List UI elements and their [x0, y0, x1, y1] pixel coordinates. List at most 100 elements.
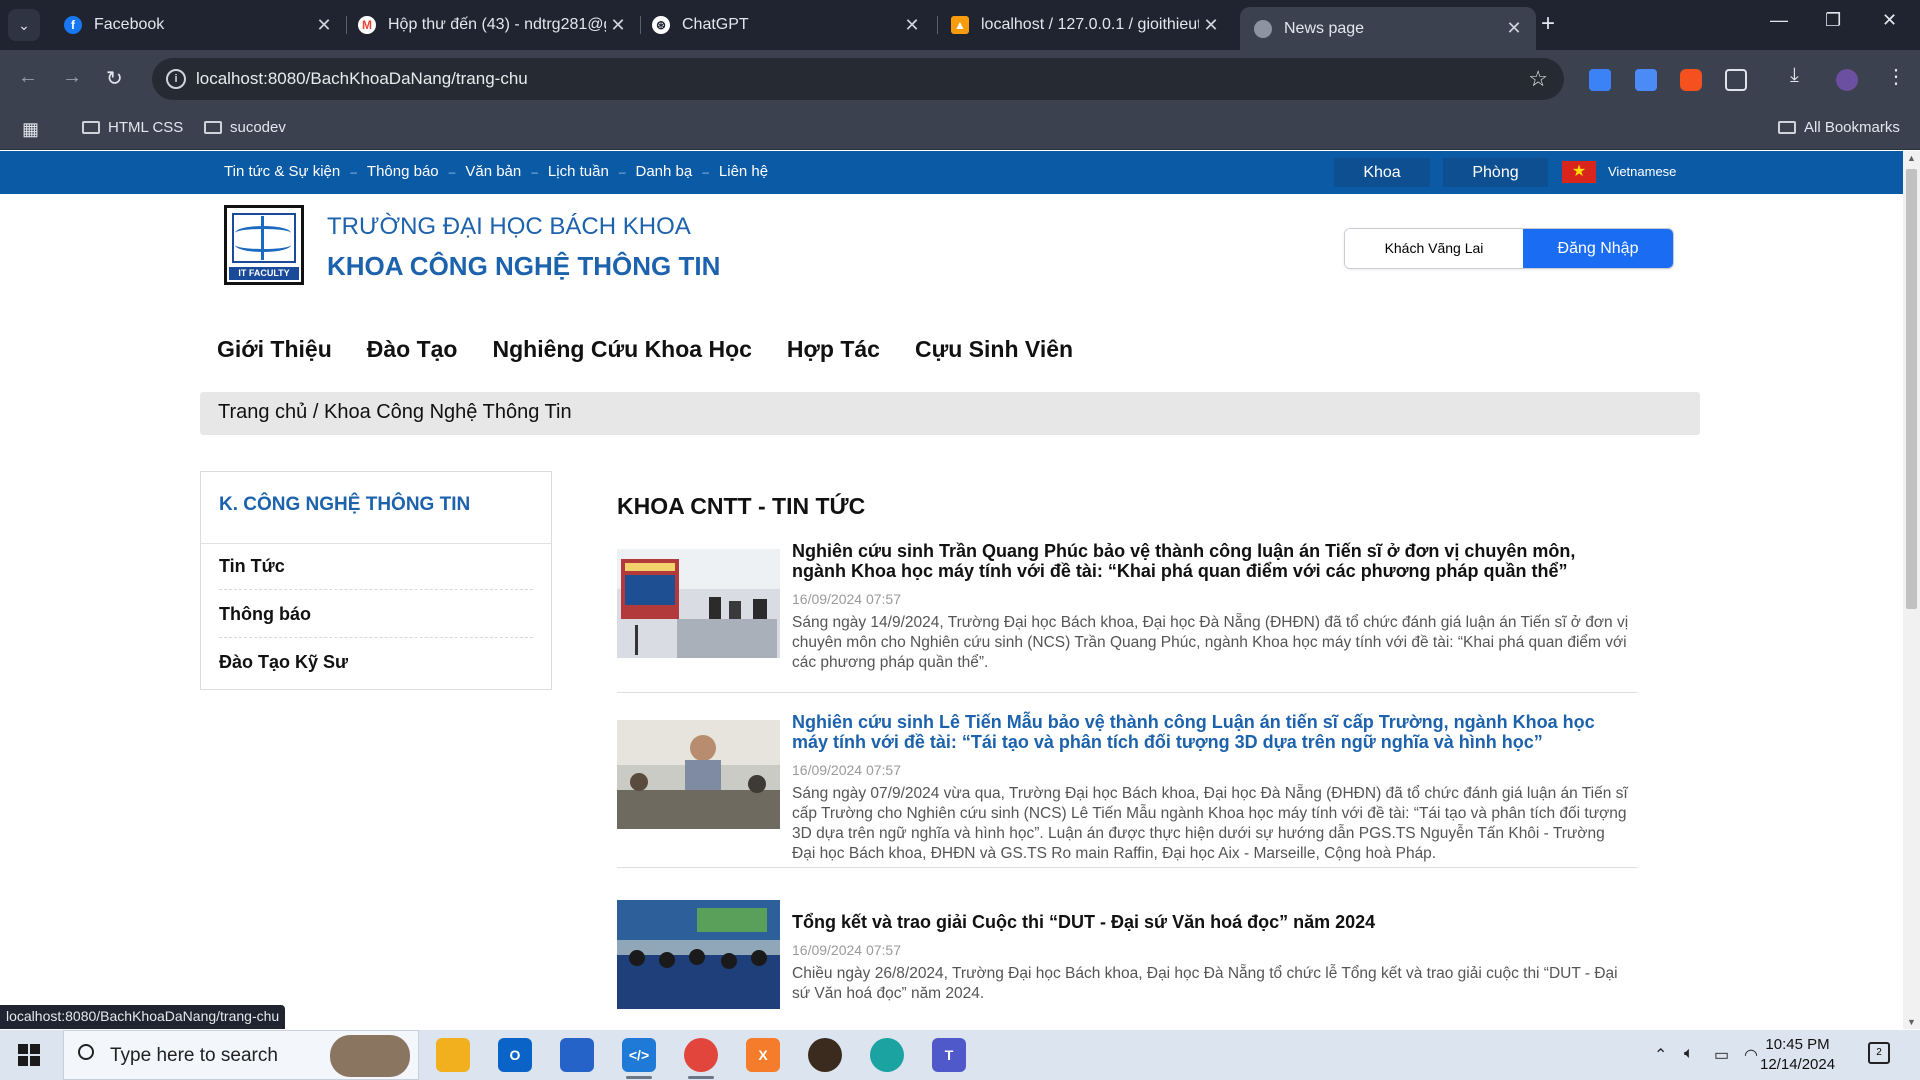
- game-app-icon[interactable]: [808, 1038, 842, 1072]
- address-bar[interactable]: i localhost:8080/BachKhoaDaNang/trang-ch…: [152, 58, 1564, 100]
- search-placeholder: Type here to search: [110, 1045, 278, 1066]
- bookmark-html-css[interactable]: HTML CSS: [82, 119, 183, 136]
- chrome-icon[interactable]: [684, 1038, 718, 1072]
- top-link-announcements[interactable]: Thông báo: [367, 163, 439, 180]
- nav-research[interactable]: Nghiêng Cứu Khoa Học: [492, 336, 751, 363]
- battery-icon[interactable]: ▭: [1714, 1045, 1729, 1065]
- notification-center-icon[interactable]: 2: [1868, 1042, 1890, 1064]
- separator: –: [618, 164, 626, 179]
- taskbar-search[interactable]: Type here to search: [63, 1030, 419, 1080]
- language-selector[interactable]: Vietnamese: [1608, 164, 1676, 179]
- sidebar-item-engineering[interactable]: Đào Tạo Kỹ Sư: [219, 652, 533, 685]
- close-icon[interactable]: ✕: [900, 15, 924, 36]
- tab-search-button[interactable]: ⌄: [8, 9, 40, 41]
- nav-training[interactable]: Đào Tạo: [367, 336, 458, 363]
- close-icon[interactable]: ✕: [1502, 18, 1526, 39]
- microsoft-store-icon[interactable]: [560, 1038, 594, 1072]
- sidebar-item-news[interactable]: Tin Tức: [219, 556, 533, 590]
- tab-facebook[interactable]: f Facebook ✕: [50, 7, 346, 43]
- file-explorer-icon[interactable]: [436, 1038, 470, 1072]
- chatgpt-icon: ⊛: [652, 16, 670, 34]
- news-date: 16/09/2024 07:57: [792, 591, 901, 607]
- close-window-icon[interactable]: ✕: [1882, 10, 1897, 31]
- divider: [201, 543, 551, 544]
- download-icon[interactable]: ⤓: [1790, 64, 1799, 87]
- nav-alumni[interactable]: Cựu Sinh Viên: [915, 336, 1073, 363]
- tab-news-page[interactable]: News page ✕: [1240, 7, 1536, 50]
- active-indicator: [626, 1076, 652, 1079]
- guest-button[interactable]: Khách Vãng Lai: [1345, 229, 1523, 268]
- site-top-bar: Tin tức & Sự kiện – Thông báo – Văn bản …: [0, 151, 1903, 194]
- news-title[interactable]: Tổng kết và trao giải Cuộc thi “DUT - Đạ…: [792, 912, 1632, 932]
- bookmark-sucodev[interactable]: sucodev: [204, 119, 286, 136]
- wifi-icon[interactable]: ◠: [1744, 1045, 1758, 1065]
- bookmark-label: sucodev: [230, 119, 286, 136]
- windows-start-icon[interactable]: [18, 1044, 40, 1066]
- extension-mail-icon[interactable]: [1589, 69, 1611, 91]
- restore-icon[interactable]: ❐: [1825, 10, 1841, 31]
- system-clock[interactable]: 10:45 PM 12/14/2024: [1760, 1035, 1835, 1075]
- scroll-up-arrow-icon[interactable]: ▲: [1907, 153, 1916, 163]
- browser-menu-icon[interactable]: ⋮: [1886, 64, 1906, 89]
- all-bookmarks[interactable]: All Bookmarks: [1778, 119, 1900, 136]
- breadcrumb-text[interactable]: Trang chủ / Khoa Công Nghệ Thông Tin: [218, 401, 572, 424]
- profile-avatar[interactable]: [1836, 69, 1858, 91]
- close-icon[interactable]: ✕: [606, 15, 630, 36]
- google-translate-icon[interactable]: [1635, 69, 1657, 91]
- tab-title: News page: [1284, 19, 1365, 37]
- new-tab-button[interactable]: +: [1541, 10, 1555, 38]
- tab-chatgpt[interactable]: ⊛ ChatGPT ✕: [638, 7, 934, 43]
- back-icon[interactable]: ←: [18, 66, 38, 89]
- forward-icon[interactable]: →: [62, 66, 82, 89]
- teams-icon[interactable]: T: [932, 1038, 966, 1072]
- site-info-icon[interactable]: i: [166, 69, 186, 89]
- khoa-button[interactable]: Khoa: [1334, 158, 1430, 187]
- phong-button[interactable]: Phòng: [1443, 158, 1548, 187]
- url-text[interactable]: localhost:8080/BachKhoaDaNang/trang-chu: [196, 69, 528, 89]
- bookmark-star-icon[interactable]: ☆: [1528, 66, 1548, 92]
- vietnam-flag-icon[interactable]: ★: [1562, 161, 1596, 183]
- minimize-icon[interactable]: —: [1770, 10, 1788, 31]
- globe-icon: [1254, 19, 1272, 38]
- news-thumbnail[interactable]: [617, 549, 780, 658]
- top-link-weekly-schedule[interactable]: Lịch tuần: [548, 163, 609, 180]
- login-button[interactable]: Đăng Nhập: [1523, 229, 1673, 268]
- show-hidden-icons-icon[interactable]: ⌃: [1654, 1045, 1667, 1065]
- top-link-documents[interactable]: Văn bản: [465, 163, 521, 180]
- top-link-directory[interactable]: Danh bạ: [636, 163, 693, 180]
- news-thumbnail[interactable]: [617, 900, 780, 1009]
- close-icon[interactable]: ✕: [312, 15, 336, 36]
- breadcrumb: Trang chủ / Khoa Công Nghệ Thông Tin: [200, 392, 1700, 435]
- top-link-contact[interactable]: Liên hệ: [719, 163, 768, 180]
- tab-gmail[interactable]: M Hộp thư đến (43) - ndtrg281@g ✕: [344, 7, 640, 43]
- page-scrollbar[interactable]: ▲ ▼: [1903, 151, 1920, 1029]
- news-item: Nghiên cứu sinh Trần Quang Phúc bảo vệ t…: [617, 541, 1637, 693]
- reload-icon[interactable]: ↻: [106, 66, 123, 91]
- news-thumbnail[interactable]: [617, 720, 780, 829]
- extension-record-icon[interactable]: [1680, 69, 1702, 91]
- browser-tab-bar: ⌄ f Facebook ✕ M Hộp thư đến (43) - ndtr…: [0, 0, 1920, 50]
- scrollbar-thumb[interactable]: [1906, 169, 1917, 609]
- news-title[interactable]: Nghiên cứu sinh Lê Tiến Mẫu bảo vệ thành…: [792, 712, 1632, 752]
- news-date: 16/09/2024 07:57: [792, 942, 901, 958]
- nav-cooperation[interactable]: Hợp Tác: [787, 336, 880, 363]
- vscode-icon[interactable]: </>: [622, 1038, 656, 1072]
- news-title[interactable]: Nghiên cứu sinh Trần Quang Phúc bảo vệ t…: [792, 541, 1632, 581]
- tab-phpmyadmin[interactable]: ▲ localhost / 127.0.0.1 / gioithieut ✕: [937, 7, 1233, 43]
- news-date: 16/09/2024 07:57: [792, 762, 901, 778]
- extensions-puzzle-icon[interactable]: [1725, 69, 1747, 91]
- phpmyadmin-icon: ▲: [951, 16, 969, 34]
- speaker-icon[interactable]: 🔈︎: [1684, 1045, 1694, 1063]
- active-indicator: [688, 1076, 714, 1079]
- nav-introduction[interactable]: Giới Thiệu: [217, 336, 332, 363]
- scroll-down-arrow-icon[interactable]: ▼: [1907, 1017, 1916, 1027]
- apps-grid-icon[interactable]: ▦: [22, 119, 39, 140]
- search-highlight-owl-icon[interactable]: [330, 1035, 410, 1077]
- edge-icon[interactable]: [870, 1038, 904, 1072]
- top-link-news-events[interactable]: Tin tức & Sự kiện: [224, 163, 340, 180]
- faculty-logo[interactable]: IT FACULTY: [224, 205, 304, 285]
- close-icon[interactable]: ✕: [1199, 15, 1223, 36]
- sidebar-item-announcements[interactable]: Thông báo: [219, 604, 533, 638]
- outlook-icon[interactable]: O: [498, 1038, 532, 1072]
- xampp-icon[interactable]: X: [746, 1038, 780, 1072]
